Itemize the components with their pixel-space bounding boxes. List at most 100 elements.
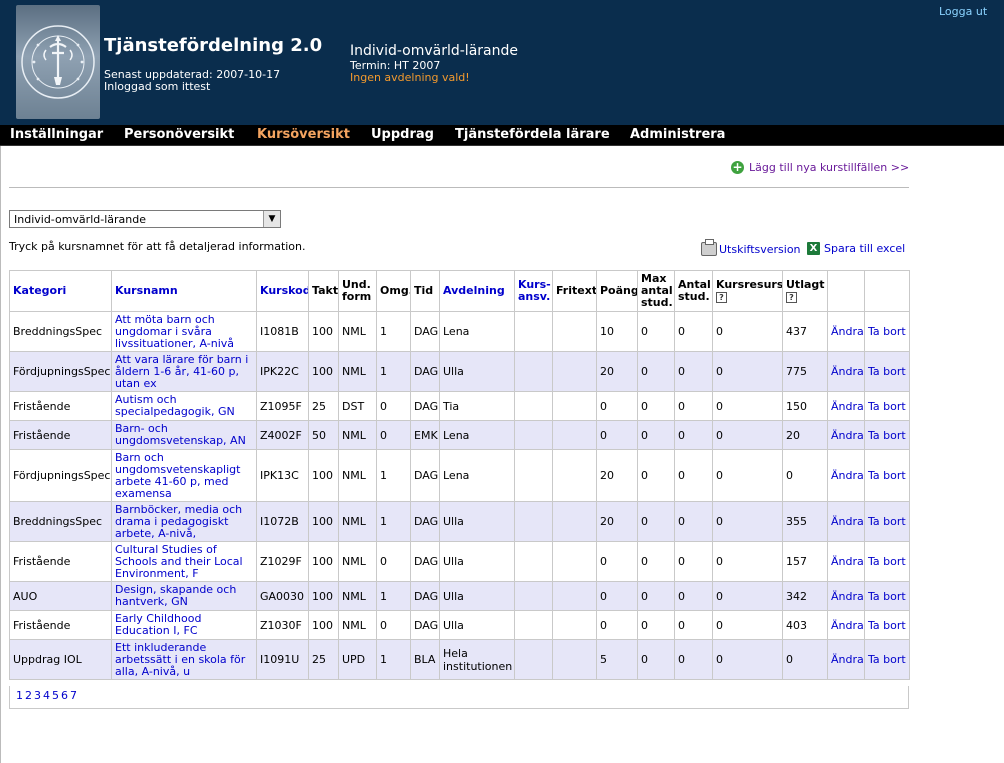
header-delete	[864, 270, 910, 312]
edit-link[interactable]: Ändra	[831, 365, 864, 378]
cell-kursnamn: Ett inkluderande arbetssätt i en skola f…	[111, 639, 257, 680]
cell-omg: 1	[376, 639, 411, 680]
cell-avdelning: Hela institutionen	[439, 639, 515, 680]
divider	[9, 187, 909, 188]
cell-kursresurs: 0	[712, 351, 783, 392]
course-name-link[interactable]: Early Childhood Education I, FC	[115, 612, 201, 637]
print-version-link[interactable]: Utskiftsversion	[701, 239, 801, 256]
logout-link[interactable]: Logga ut	[939, 5, 987, 18]
cell-kursnamn: Barnböcker, media och drama i pedagogisk…	[111, 501, 257, 542]
edit-link[interactable]: Ändra	[831, 619, 864, 632]
edit-link[interactable]: Ändra	[831, 515, 864, 528]
cell-undform: NML	[338, 501, 377, 542]
course-name-link[interactable]: Att vara lärare för barn i åldern 1-6 år…	[115, 353, 248, 390]
delete-link[interactable]: Ta bort	[868, 653, 906, 666]
page-link[interactable]: 2	[25, 689, 32, 702]
delete-link[interactable]: Ta bort	[868, 469, 906, 482]
nav-kursoversikt[interactable]: Kursöversikt	[257, 127, 350, 142]
cell-fritext	[552, 391, 597, 421]
delete-link[interactable]: Ta bort	[868, 590, 906, 603]
chevron-down-icon[interactable]: ▼	[263, 211, 280, 227]
header-poang: Poäng	[596, 270, 638, 312]
course-name-link[interactable]: Barnböcker, media och drama i pedagogisk…	[115, 503, 242, 540]
delete-link[interactable]: Ta bort	[868, 325, 906, 338]
delete-link[interactable]: Ta bort	[868, 515, 906, 528]
cell-kategori: Fristående	[9, 420, 112, 450]
page-link[interactable]: 6	[61, 689, 68, 702]
cell-avdelning: Tia	[439, 391, 515, 421]
cell-delete: Ta bort	[864, 449, 910, 502]
edit-link[interactable]: Ändra	[831, 590, 864, 603]
cell-kursansv	[514, 541, 553, 582]
course-name-link[interactable]: Cultural Studies of Schools and their Lo…	[115, 543, 243, 580]
delete-link[interactable]: Ta bort	[868, 619, 906, 632]
cell-undform: NML	[338, 541, 377, 582]
cell-delete: Ta bort	[864, 420, 910, 450]
edit-link[interactable]: Ändra	[831, 469, 864, 482]
save-to-excel-link[interactable]: X Spara till excel	[807, 242, 905, 255]
nav-personoversikt[interactable]: Personöversikt	[124, 127, 234, 142]
cell-poang: 20	[596, 351, 638, 392]
header-kursansv[interactable]: Kurs-ansv.	[514, 270, 553, 312]
course-name-link[interactable]: Ett inkluderande arbetssätt i en skola f…	[115, 641, 245, 678]
department-select[interactable]: Individ-omvärld-lärande ▼	[9, 210, 281, 228]
header-avdelning[interactable]: Avdelning	[439, 270, 515, 312]
header-undform: Und. form	[338, 270, 377, 312]
cell-kursansv	[514, 351, 553, 392]
delete-link[interactable]: Ta bort	[868, 365, 906, 378]
cell-kurskod: Z4002F	[256, 420, 309, 450]
cell-fritext	[552, 501, 597, 542]
edit-link[interactable]: Ändra	[831, 429, 864, 442]
edit-link[interactable]: Ändra	[831, 400, 864, 413]
page-link[interactable]: 7	[70, 689, 77, 702]
edit-link[interactable]: Ändra	[831, 653, 864, 666]
nav-administrera[interactable]: Administrera	[630, 127, 725, 142]
delete-link[interactable]: Ta bort	[868, 429, 906, 442]
course-name-link[interactable]: Design, skapande och hantverk, GN	[115, 583, 236, 608]
add-course-instances-label: Lägg till nya kurstillfällen >>	[749, 161, 910, 174]
page-link[interactable]: 3	[34, 689, 41, 702]
cell-takt: 100	[308, 541, 339, 582]
header-kurskod[interactable]: Kurskod	[256, 270, 309, 312]
cell-kategori: BreddningsSpec	[9, 501, 112, 542]
cell-undform: NML	[338, 610, 377, 640]
header-kursnamn[interactable]: Kursnamn	[111, 270, 257, 312]
nav-uppdrag[interactable]: Uppdrag	[371, 127, 434, 142]
help-icon[interactable]: ?	[786, 292, 797, 303]
nav-tjanstefordela-larare[interactable]: Tjänstefördela lärare	[455, 127, 610, 142]
edit-link[interactable]: Ändra	[831, 555, 864, 568]
page-link[interactable]: 5	[52, 689, 59, 702]
nav-installningar[interactable]: Inställningar	[10, 127, 103, 142]
header-tid: Tid	[410, 270, 440, 312]
cell-undform: NML	[338, 420, 377, 450]
cell-utlagt: 150	[782, 391, 828, 421]
cell-takt: 50	[308, 420, 339, 450]
course-name-link[interactable]: Autism och specialpedagogik, GN	[115, 393, 235, 418]
course-name-link[interactable]: Barn och ungdomsvetenskapligt arbete 41-…	[115, 451, 240, 500]
cell-poang: 20	[596, 449, 638, 502]
cell-utlagt: 355	[782, 501, 828, 542]
logged-in-user: Inloggad som ittest	[104, 80, 211, 93]
cell-kursresurs: 0	[712, 420, 783, 450]
course-name-link[interactable]: Barn- och ungdomsvetenskap, AN	[115, 422, 246, 447]
cell-antal: 0	[674, 639, 713, 680]
delete-link[interactable]: Ta bort	[868, 555, 906, 568]
page-link[interactable]: 4	[43, 689, 50, 702]
cell-max: 0	[637, 449, 675, 502]
add-course-instances-link[interactable]: + Lägg till nya kurstillfällen >>	[731, 161, 909, 174]
header-kategori[interactable]: Kategori	[9, 270, 112, 312]
cell-kategori: Fristående	[9, 391, 112, 421]
delete-link[interactable]: Ta bort	[868, 400, 906, 413]
edit-link[interactable]: Ändra	[831, 325, 864, 338]
cell-kursresurs: 0	[712, 639, 783, 680]
cell-tid: DAG	[410, 581, 440, 611]
cell-poang: 0	[596, 541, 638, 582]
department-select-value: Individ-omvärld-lärande	[14, 213, 146, 226]
cell-omg: 1	[376, 351, 411, 392]
cell-utlagt: 20	[782, 420, 828, 450]
cell-poang: 0	[596, 391, 638, 421]
help-icon[interactable]: ?	[716, 292, 727, 303]
header-utlagt: Utlagt?	[782, 270, 828, 312]
course-name-link[interactable]: Att möta barn och ungdomar i svåra livss…	[115, 313, 234, 350]
page-link[interactable]: 1	[16, 689, 23, 702]
